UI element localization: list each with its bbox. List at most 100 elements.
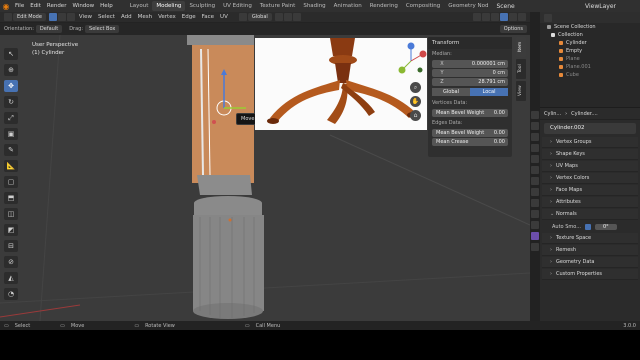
- menu-edit[interactable]: Edit: [27, 3, 44, 9]
- menu-file[interactable]: File: [12, 3, 27, 9]
- pan-hand-icon[interactable]: ✋: [410, 96, 421, 107]
- inset-tool-icon[interactable]: ◫: [4, 208, 18, 220]
- tab-item[interactable]: Item: [516, 37, 526, 57]
- outliner-item[interactable]: Empty: [540, 47, 640, 55]
- tab-compositing[interactable]: Compositing: [402, 1, 444, 11]
- local-button[interactable]: Local: [470, 88, 508, 96]
- breadcrumb-object[interactable]: Cylin...: [544, 111, 561, 117]
- wireframe-shading-icon[interactable]: [491, 13, 499, 21]
- tab-tool[interactable]: Tool: [516, 59, 526, 79]
- panel-vertex-colors[interactable]: › Vertex Colors: [542, 173, 638, 184]
- auto-smooth-angle-field[interactable]: 0°: [594, 223, 617, 230]
- panel-custom-properties[interactable]: › Custom Properties: [542, 269, 638, 280]
- outliner-item[interactable]: Plane.001: [540, 63, 640, 71]
- tab-view[interactable]: View: [516, 81, 526, 101]
- poly-build-tool-icon[interactable]: ◭: [4, 272, 18, 284]
- rendered-shading-icon[interactable]: [518, 13, 526, 21]
- y-field[interactable]: Y 0 cm: [432, 69, 508, 77]
- object-tab-icon[interactable]: [531, 177, 539, 185]
- output-tab-icon[interactable]: [531, 133, 539, 141]
- vertex-bevel-field[interactable]: Mean Bevel Weight 0.00: [432, 109, 508, 117]
- panel-vertex-groups[interactable]: › Vertex Groups: [542, 137, 638, 148]
- render-tab-icon[interactable]: [531, 122, 539, 130]
- blender-logo-icon[interactable]: ◉: [0, 0, 12, 12]
- cursor-tool-icon[interactable]: ⊕: [4, 64, 18, 76]
- tab-layout[interactable]: Layout: [126, 1, 153, 11]
- edge-select-icon[interactable]: [57, 13, 66, 21]
- menu-window[interactable]: Window: [69, 3, 97, 9]
- scale-tool-icon[interactable]: ⤢: [4, 112, 18, 124]
- menu-select[interactable]: Select: [95, 14, 118, 20]
- options-button[interactable]: Options: [499, 25, 527, 33]
- tweak-tool-icon[interactable]: ↖: [4, 48, 18, 60]
- panel-geometry-data[interactable]: › Geometry Data: [542, 257, 638, 268]
- mesh-name-field[interactable]: Cylinder.002: [544, 123, 636, 134]
- panel-texture-space[interactable]: › Texture Space: [542, 233, 638, 244]
- material-tab-icon[interactable]: [531, 243, 539, 251]
- panel-remesh[interactable]: › Remesh: [542, 245, 638, 256]
- tab-uv-editing[interactable]: UV Editing: [219, 1, 256, 11]
- panel-shape-keys[interactable]: › Shape Keys: [542, 149, 638, 160]
- measure-tool-icon[interactable]: 📐: [4, 160, 18, 172]
- extrude-tool-icon[interactable]: ⬒: [4, 192, 18, 204]
- transform-orientation-selector[interactable]: Global: [247, 13, 272, 21]
- knife-tool-icon[interactable]: ⊘: [4, 256, 18, 268]
- scene-collection-row[interactable]: Scene Collection: [540, 23, 640, 31]
- tab-texture-paint[interactable]: Texture Paint: [256, 1, 300, 11]
- scene-tab-icon[interactable]: [531, 155, 539, 163]
- editor-type-icon[interactable]: [4, 13, 12, 21]
- tab-rendering[interactable]: Rendering: [366, 1, 402, 11]
- panel-face-maps[interactable]: › Face Maps: [542, 185, 638, 196]
- material-shading-icon[interactable]: [509, 13, 517, 21]
- menu-mesh[interactable]: Mesh: [135, 14, 155, 20]
- loop-cut-tool-icon[interactable]: ⊟: [4, 240, 18, 252]
- outliner-item[interactable]: Plane: [540, 55, 640, 63]
- tab-shading[interactable]: Shading: [299, 1, 329, 11]
- menu-render[interactable]: Render: [44, 3, 70, 9]
- modifier-tab-icon[interactable]: [531, 188, 539, 196]
- crease-field[interactable]: Mean Crease 0.00: [432, 138, 508, 146]
- mode-selector[interactable]: Edit Mode: [13, 13, 46, 21]
- tab-geometry-nodes[interactable]: Geometry Nod: [444, 1, 492, 11]
- orientation-selector[interactable]: Default: [35, 25, 63, 33]
- panel-title[interactable]: Transform: [428, 37, 512, 49]
- tab-animation[interactable]: Animation: [330, 1, 366, 11]
- scene-selector[interactable]: Scene: [496, 3, 514, 10]
- annotate-tool-icon[interactable]: ✎: [4, 144, 18, 156]
- view-layer-tab-icon[interactable]: [531, 144, 539, 152]
- xray-icon[interactable]: [482, 13, 490, 21]
- proportional-edit-icon[interactable]: [292, 13, 301, 21]
- menu-edge[interactable]: Edge: [179, 14, 199, 20]
- vertex-select-icon[interactable]: [48, 13, 57, 21]
- menu-help[interactable]: Help: [97, 3, 116, 9]
- face-select-icon[interactable]: [66, 13, 75, 21]
- solid-shading-icon[interactable]: [500, 13, 508, 21]
- breadcrumb-mesh[interactable]: Cylinder....: [571, 111, 598, 117]
- camera-view-icon[interactable]: ⌂: [410, 110, 421, 121]
- navigation-gizmo[interactable]: [394, 40, 428, 82]
- auto-smooth-checkbox[interactable]: [584, 223, 591, 230]
- add-cube-tool-icon[interactable]: ▢: [4, 176, 18, 188]
- transform-tool-icon[interactable]: ▣: [4, 128, 18, 140]
- outliner-filter-icon[interactable]: [544, 13, 552, 22]
- world-tab-icon[interactable]: [531, 166, 539, 174]
- outliner-item[interactable]: Collection: [540, 31, 640, 39]
- outliner-item[interactable]: Cylinder: [540, 39, 640, 47]
- constraints-tab-icon[interactable]: [531, 221, 539, 229]
- tab-modeling[interactable]: Modeling: [152, 1, 186, 11]
- edge-bevel-field[interactable]: Mean Bevel Weight 0.00: [432, 129, 508, 137]
- tab-sculpting[interactable]: Sculpting: [185, 1, 219, 11]
- rotate-tool-icon[interactable]: ↻: [4, 96, 18, 108]
- pivot-icon[interactable]: [274, 13, 283, 21]
- snap-icon[interactable]: [283, 13, 292, 21]
- panel-attributes[interactable]: › Attributes: [542, 197, 638, 208]
- spin-tool-icon[interactable]: ◔: [4, 288, 18, 300]
- view-layer-selector[interactable]: ViewLayer: [585, 3, 616, 10]
- menu-view[interactable]: View: [76, 14, 95, 20]
- menu-vertex[interactable]: Vertex: [155, 14, 179, 20]
- panel-uv-maps[interactable]: › UV Maps: [542, 161, 638, 172]
- particles-tab-icon[interactable]: [531, 199, 539, 207]
- bevel-tool-icon[interactable]: ◩: [4, 224, 18, 236]
- overlay-icon[interactable]: [473, 13, 481, 21]
- move-tool-icon[interactable]: ✥: [4, 80, 18, 92]
